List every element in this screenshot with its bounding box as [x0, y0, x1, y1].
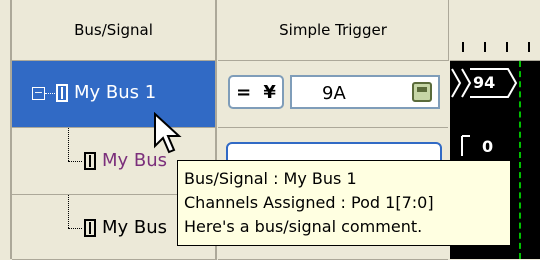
tree-connector: [68, 161, 82, 162]
ruler-tick: [484, 42, 486, 52]
mouse-pointer-icon: [154, 112, 182, 154]
chevron-down-icon: ¥: [263, 81, 276, 103]
ruler-tick: [462, 42, 464, 52]
trigger-cell: = ¥ 9A: [218, 61, 448, 128]
collapse-toggle-icon[interactable]: −: [32, 87, 45, 100]
tooltip-comment-line: Here's a bus/signal comment.: [184, 217, 423, 236]
ruler-tick: [528, 42, 530, 52]
ruler-tick: [506, 42, 508, 52]
calculator-icon[interactable]: [412, 82, 432, 102]
tree-connector: [68, 128, 69, 161]
time-cursor-line[interactable]: [519, 61, 521, 259]
bus-row-label: My Bus: [102, 217, 168, 238]
bus-icon: [84, 152, 96, 170]
bus-row-label: My Bus 1: [74, 82, 157, 103]
bus-signal-column-header[interactable]: Bus/Signal: [12, 0, 217, 61]
bus-icon: [56, 84, 68, 102]
operator-value: =: [236, 81, 252, 103]
bus-icon: [84, 219, 96, 237]
simple-trigger-header-label: Simple Trigger: [279, 21, 387, 39]
simple-trigger-column-header[interactable]: Simple Trigger: [218, 0, 449, 61]
tree-connector: [68, 228, 82, 229]
bus-signal-tooltip: Bus/Signal : My Bus 1 Channels Assigned …: [177, 160, 511, 246]
trigger-value-text: 9A: [322, 83, 346, 104]
bus-signal-header-label: Bus/Signal: [74, 21, 153, 39]
waveform-ruler-header: [450, 0, 540, 61]
tooltip-channels-line: Channels Assigned : Pod 1[7:0]: [184, 193, 434, 212]
tree-connector: [45, 93, 55, 94]
bus-transition-marker: [451, 68, 472, 98]
operator-dropdown[interactable]: = ¥: [228, 75, 284, 109]
bus-value-label: 94: [473, 73, 496, 92]
trigger-value-field[interactable]: 9A: [290, 75, 440, 109]
grid-left-border: [0, 0, 12, 259]
signal-edge: [461, 135, 470, 156]
bus-value-label: 0: [482, 137, 494, 156]
tooltip-bus-signal-line: Bus/Signal : My Bus 1: [184, 169, 357, 188]
tree-connector: [68, 195, 69, 228]
